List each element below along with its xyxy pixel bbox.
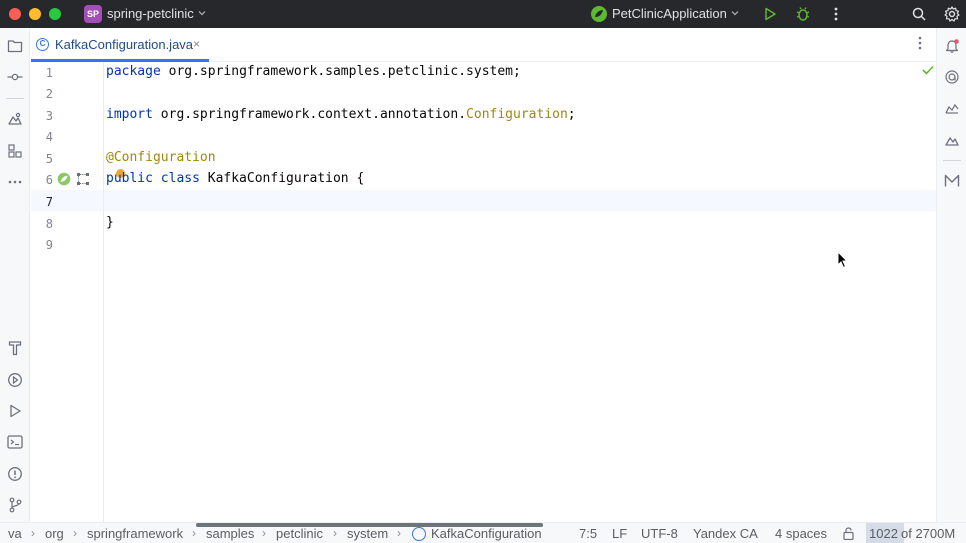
line-number: 9 [45, 238, 53, 252]
code-text: org.springframework.samples.petclinic.sy… [160, 64, 521, 79]
code-line: public class KafkaConfiguration { [106, 171, 364, 186]
ai-assistant-icon[interactable] [942, 67, 962, 87]
breadcrumb-item[interactable]: springframework [87, 526, 183, 541]
line-number: 1 [45, 66, 53, 80]
right-tool-stripe [936, 28, 966, 523]
line-number: 6 [45, 173, 53, 187]
problems-icon[interactable] [5, 464, 25, 484]
annotation: @Configuration [106, 150, 216, 165]
terminal-icon[interactable] [5, 432, 25, 452]
bean-graph-gutter-icon[interactable] [76, 172, 90, 186]
editor-tab-bar: C KafkaConfiguration.java × [31, 28, 936, 62]
chevron-down-icon[interactable] [730, 8, 740, 18]
code-line: import org.springframework.context.annot… [106, 107, 576, 122]
class-icon [412, 527, 426, 541]
project-badge[interactable]: SP [84, 5, 102, 23]
left-tool-stripe [0, 28, 30, 523]
keyword: package [106, 64, 161, 79]
stripe-divider [943, 160, 961, 161]
breadcrumb-separator: › [31, 526, 35, 540]
tab-kafka-configuration[interactable]: C KafkaConfiguration.java × [31, 28, 209, 62]
more-horizontal-icon[interactable] [5, 172, 25, 192]
breadcrumb-separator: › [73, 526, 77, 540]
breadcrumb-item[interactable]: KafkaConfiguration [431, 526, 542, 541]
window-maximize-button[interactable] [49, 8, 61, 20]
breadcrumb-item[interactable]: samples [206, 526, 254, 541]
code-style[interactable]: Yandex CA [693, 526, 758, 541]
line-number: 7 [45, 195, 53, 209]
line-number: 3 [45, 109, 53, 123]
database-chart-icon[interactable] [942, 130, 962, 150]
breadcrumb-separator: › [397, 526, 401, 540]
code-line: } [106, 215, 114, 230]
debug-icon[interactable] [793, 4, 813, 24]
breadcrumb-item[interactable]: petclinic [276, 526, 323, 541]
run-configuration-selector[interactable]: PetClinicApplication [612, 6, 727, 21]
status-bar: va › org › springframework › samples › p… [0, 522, 966, 543]
project-folder-icon[interactable] [5, 36, 25, 56]
structure-icon[interactable] [5, 141, 25, 161]
annotation-reference: Configuration [466, 107, 568, 122]
stripe-divider [6, 98, 24, 99]
lock-icon[interactable] [843, 527, 857, 540]
code-text: org.springframework.context.annotation. [152, 107, 467, 122]
code-text: KafkaConfiguration { [199, 171, 365, 186]
breadcrumb-item[interactable]: org [45, 526, 64, 541]
maven-icon[interactable] [942, 171, 962, 191]
run-icon[interactable] [760, 4, 780, 24]
code-line: @Configuration [106, 150, 216, 165]
project-name[interactable]: spring-petclinic [107, 6, 194, 21]
tab-label: KafkaConfiguration.java [55, 37, 194, 52]
code-editor[interactable]: 1 2 3 4 5 6 7 8 9 package org.springfram… [31, 62, 936, 522]
code-text: } [106, 215, 114, 230]
line-separator[interactable]: LF [612, 526, 627, 541]
line-number: 8 [45, 217, 53, 231]
caret-position[interactable]: 7:5 [579, 526, 597, 541]
spring-tool-icon[interactable] [5, 109, 25, 129]
more-vertical-icon[interactable] [918, 36, 922, 54]
breadcrumb-separator: › [192, 526, 196, 540]
services-icon[interactable] [5, 370, 25, 390]
mouse-cursor-icon [837, 251, 849, 269]
window-minimize-button[interactable] [29, 8, 41, 20]
keyword: import [106, 107, 153, 122]
spring-bean-gutter-icon[interactable] [57, 172, 71, 186]
line-number: 2 [45, 87, 53, 101]
breadcrumb-separator: › [262, 526, 266, 540]
commit-icon[interactable] [5, 67, 25, 87]
no-problems-check-icon[interactable] [922, 65, 934, 75]
spring-leaf-icon [591, 6, 607, 22]
close-icon[interactable]: × [193, 37, 200, 51]
editor-gutter[interactable]: 1 2 3 4 5 6 7 8 9 [31, 62, 104, 522]
run-tool-icon[interactable] [5, 401, 25, 421]
breadcrumb-item[interactable]: system [347, 526, 388, 541]
search-icon[interactable] [909, 4, 929, 24]
spring-endpoints-icon[interactable] [942, 98, 962, 118]
git-branch-icon[interactable] [5, 495, 25, 515]
line-number: 4 [45, 130, 53, 144]
settings-icon[interactable] [942, 4, 962, 24]
memory-used[interactable]: 1022 [869, 526, 898, 541]
code-line: package org.springframework.samples.petc… [106, 64, 521, 79]
code-text: ; [567, 107, 576, 122]
chevron-down-icon[interactable] [197, 8, 207, 18]
ide-window: SP spring-petclinic PetClinicApplication [0, 0, 966, 543]
line-number: 5 [45, 152, 53, 166]
keyword: public class [106, 171, 200, 186]
breadcrumb-item[interactable]: va [8, 526, 22, 541]
notifications-icon[interactable] [942, 36, 962, 56]
window-close-button[interactable] [9, 8, 21, 20]
indent-setting[interactable]: 4 spaces [775, 526, 827, 541]
class-icon: C [36, 38, 49, 51]
current-line-highlight [31, 190, 936, 211]
memory-total[interactable]: of 2700M [901, 526, 955, 541]
build-hammer-icon[interactable] [5, 338, 25, 358]
more-vertical-icon[interactable] [826, 4, 846, 24]
file-encoding[interactable]: UTF-8 [641, 526, 678, 541]
title-bar: SP spring-petclinic PetClinicApplication [0, 0, 966, 28]
breadcrumb-separator: › [333, 526, 337, 540]
